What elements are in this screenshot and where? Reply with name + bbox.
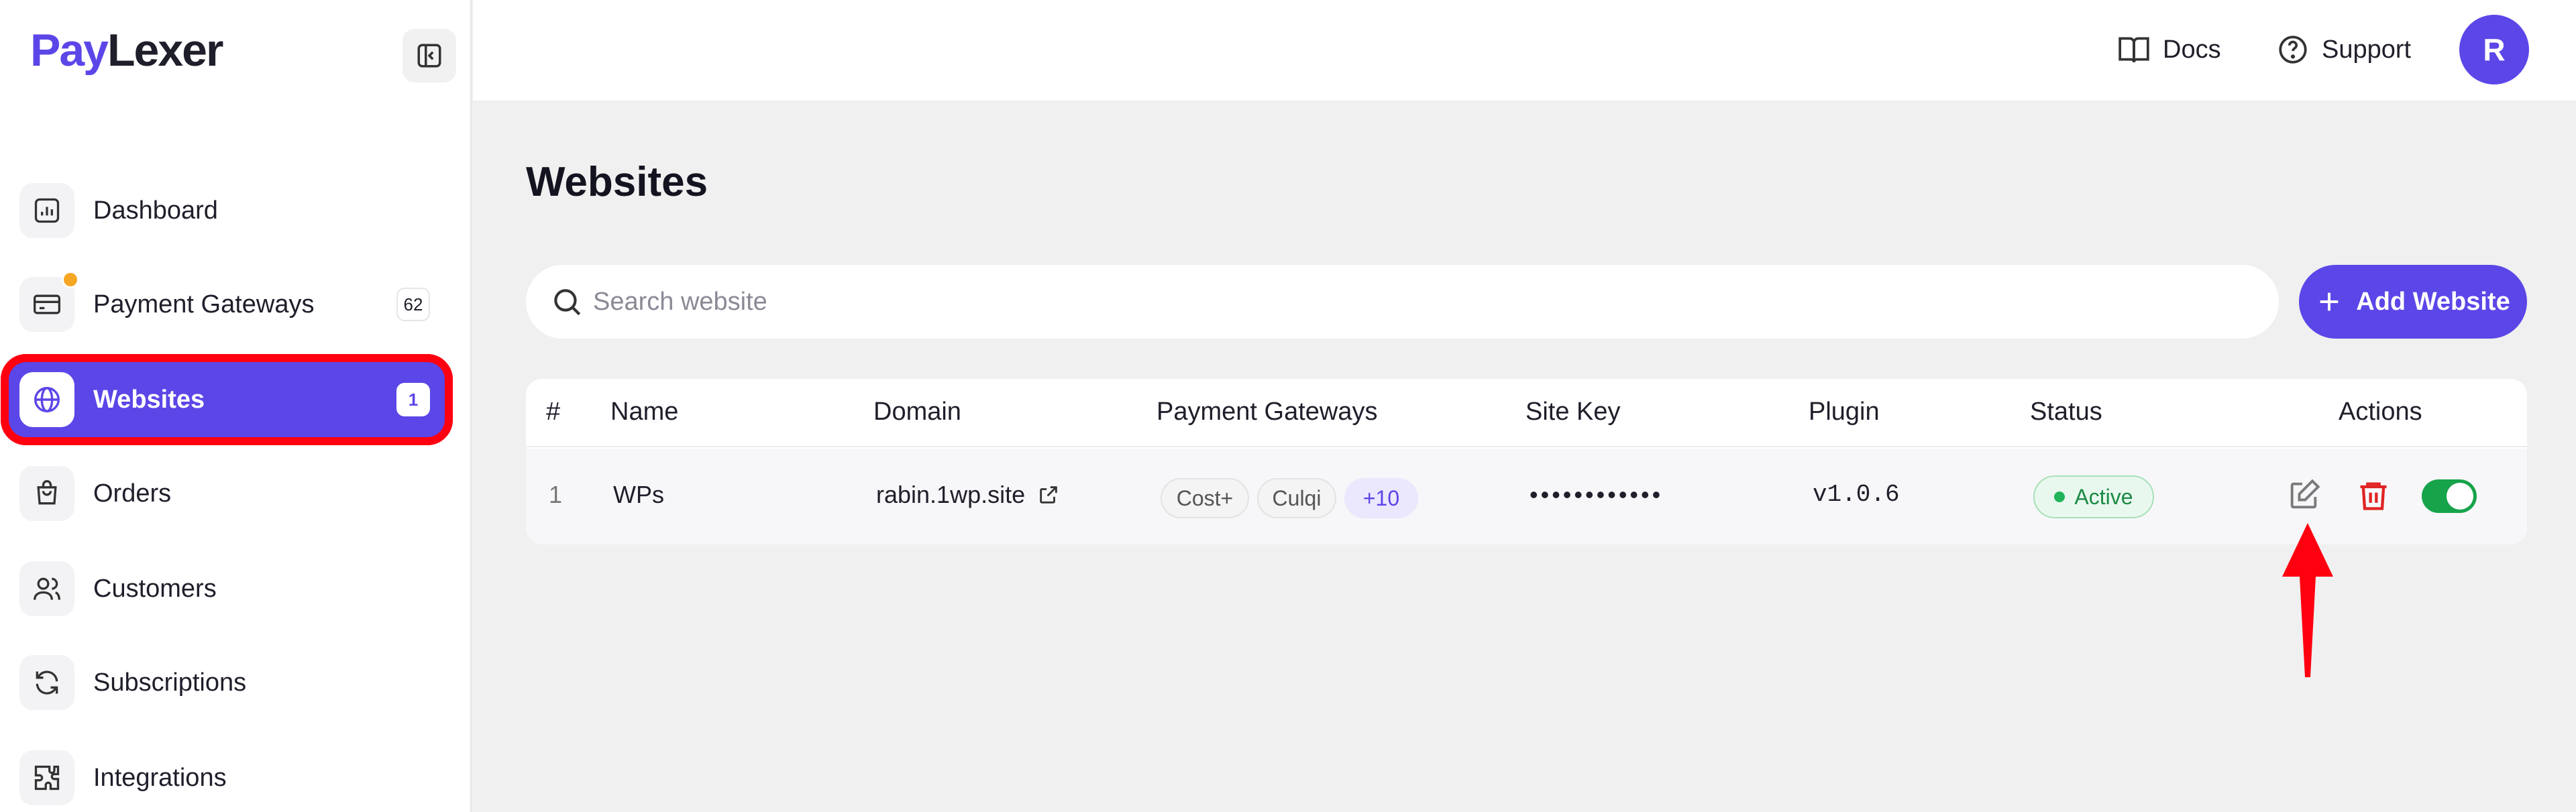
refresh-icon (19, 655, 74, 710)
users-icon (19, 561, 74, 616)
count-badge: 62 (396, 288, 430, 321)
column-header-status: Status (2030, 398, 2102, 426)
row-name: WPs (613, 481, 664, 508)
column-header-payment-gateways: Payment Gateways (1157, 398, 1378, 426)
sidebar-item-label: Orders (93, 479, 172, 508)
puzzle-icon (19, 750, 74, 805)
docs-label: Docs (2163, 35, 2221, 64)
row-domain[interactable]: rabin.1wp.site (876, 481, 1060, 509)
status-badge: Active (2033, 475, 2154, 518)
add-website-label: Add Website (2356, 287, 2510, 316)
more-gateways-chip[interactable]: +10 (1344, 478, 1418, 518)
sidebar-item-label: Websites (93, 385, 205, 414)
add-website-button[interactable]: Add Website (2299, 265, 2527, 339)
plugin-version: v1.0.6 (1813, 481, 1900, 508)
sidebar-item-label: Integrations (93, 763, 227, 792)
sidebar-item-customers[interactable]: Customers (9, 551, 445, 626)
sidebar-item-label: Customers (93, 574, 217, 603)
user-avatar[interactable]: R (2459, 15, 2529, 84)
collapse-sidebar-button[interactable] (402, 29, 456, 82)
app-logo[interactable]: Pay Lexer (30, 24, 223, 76)
bag-icon (19, 466, 74, 521)
table-header: # Name Domain Payment Gateways Site Key … (526, 379, 2527, 447)
book-icon (2118, 37, 2149, 63)
table-row[interactable]: 1 WPs rabin.1wp.site Cost+ Culqi +10 •••… (526, 449, 2527, 544)
sidebar-collapse-icon (417, 44, 441, 68)
globe-icon (19, 372, 74, 427)
sidebar-item-subscriptions[interactable]: Subscriptions (9, 645, 445, 720)
sidebar-item-label: Payment Gateways (93, 290, 315, 318)
red-arrow-annotation (2282, 523, 2333, 677)
search-icon (554, 289, 581, 316)
status-dot (2054, 491, 2065, 502)
edit-icon[interactable] (2286, 478, 2321, 513)
column-header-site-key: Site Key (1525, 398, 1621, 426)
help-icon (2279, 36, 2307, 64)
sidebar-item-label: Dashboard (93, 196, 218, 225)
column-header-index: # (546, 398, 561, 426)
sidebar-item-dashboard[interactable]: Dashboard (9, 173, 445, 248)
sidebar: Pay Lexer Dashboard Payment Gateways 62 W… (0, 0, 472, 812)
websites-table: # Name Domain Payment Gateways Site Key … (526, 379, 2527, 544)
gateway-chip: Cost+ (1161, 478, 1249, 518)
sidebar-item-orders[interactable]: Orders (9, 456, 445, 531)
column-header-domain: Domain (873, 398, 961, 426)
chart-icon (19, 183, 74, 238)
search-bar (526, 265, 2279, 339)
site-key-masked: •••••••••••• (1529, 481, 1664, 508)
sidebar-item-websites[interactable]: Websites 1 (1, 354, 453, 445)
docs-link[interactable]: Docs (2117, 31, 2221, 68)
search-input[interactable] (593, 278, 2237, 325)
sidebar-item-integrations[interactable]: Integrations (9, 740, 445, 812)
column-header-name: Name (610, 398, 679, 426)
support-label: Support (2322, 35, 2412, 64)
gateway-chip: Culqi (1257, 478, 1336, 518)
domain-text: rabin.1wp.site (876, 481, 1026, 508)
support-link[interactable]: Support (2276, 31, 2411, 68)
count-badge: 1 (396, 383, 430, 416)
column-header-plugin: Plugin (1809, 398, 1880, 426)
trash-icon[interactable] (2356, 478, 2391, 513)
enable-toggle[interactable] (2422, 479, 2477, 513)
plus-icon (2320, 292, 2339, 311)
row-index: 1 (549, 481, 563, 508)
notification-dot (62, 271, 79, 288)
status-label: Active (2074, 484, 2133, 509)
external-link-icon[interactable] (1037, 483, 1060, 506)
page-title: Websites (526, 159, 708, 205)
top-bar (473, 0, 2576, 101)
column-header-actions: Actions (2339, 398, 2422, 426)
sidebar-item-label: Subscriptions (93, 668, 247, 697)
